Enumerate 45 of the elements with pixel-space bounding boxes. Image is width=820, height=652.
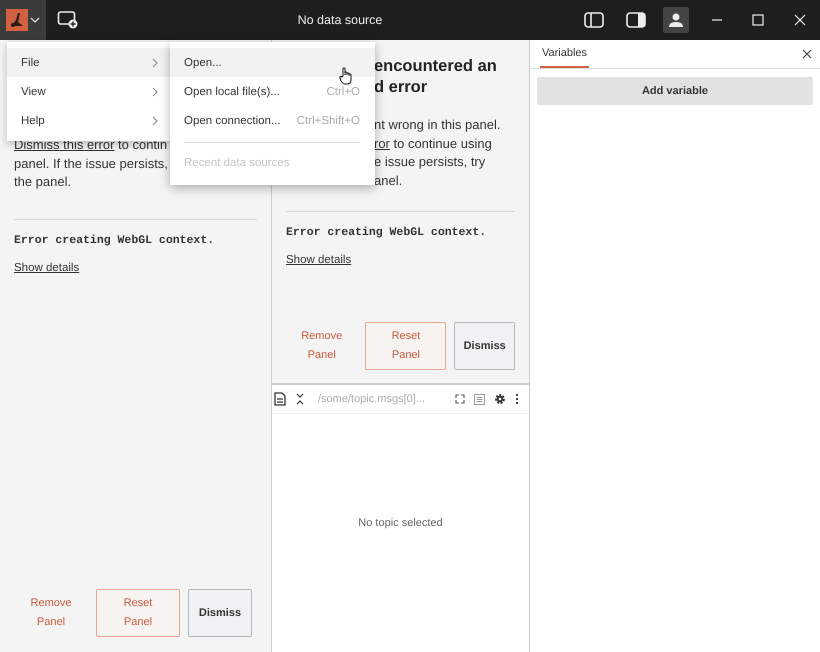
menu-item[interactable]: Open local file(s)... Ctrl+O <box>170 77 375 106</box>
dismiss-button[interactable]: Dismiss <box>188 589 252 637</box>
error-text: Error creating WebGL context. <box>14 234 216 246</box>
menu-item[interactable]: Open connection... Ctrl+Shift+O <box>170 106 375 135</box>
error-message-line: the panel. <box>14 173 72 191</box>
dismiss-button[interactable]: Dismiss <box>454 322 515 370</box>
error-heading-line: d error <box>374 77 428 98</box>
sidebar-tab[interactable]: Variables <box>540 40 590 68</box>
chevron-right-icon <box>152 116 158 126</box>
shortcut-text: Ctrl+O <box>326 86 360 98</box>
reset-panel-button[interactable]: Reset Panel <box>96 589 180 637</box>
close-icon[interactable] <box>802 49 812 59</box>
error-message-line: ror to continue using <box>374 134 492 153</box>
user-icon[interactable] <box>663 7 690 33</box>
hand-cursor-icon <box>339 67 353 85</box>
document-icon[interactable] <box>274 392 286 406</box>
more-icon[interactable] <box>515 393 519 405</box>
menu-item[interactable]: View <box>7 77 170 106</box>
fullscreen-icon[interactable] <box>455 394 465 404</box>
menu-item[interactable]: Open... <box>170 48 375 77</box>
remove-panel-button[interactable]: Remove Panel <box>286 322 358 370</box>
collapse-icon[interactable] <box>295 392 305 406</box>
add-variable-button[interactable]: Add variable <box>537 77 813 105</box>
logo-icon <box>6 9 28 31</box>
empty-state-text: No topic selected <box>358 517 443 529</box>
reset-panel-button[interactable]: Reset Panel <box>365 322 446 370</box>
remove-panel-button[interactable]: Remove Panel <box>14 589 88 637</box>
show-details-link[interactable]: Show details <box>286 254 352 266</box>
show-details-link[interactable]: Show details <box>14 262 80 274</box>
settings-icon[interactable] <box>494 393 506 405</box>
chevron-down-icon <box>30 16 40 24</box>
error-message-line: nt wrong in this panel. <box>374 116 500 134</box>
menu-item[interactable]: File <box>7 48 170 77</box>
app-menu-button[interactable] <box>0 0 46 40</box>
error-message-line: anel. <box>374 172 402 190</box>
window-title: No data source <box>296 13 384 27</box>
error-text: Error creating WebGL context. <box>286 226 488 239</box>
dismiss-error-link[interactable]: ror <box>374 136 390 150</box>
shortcut-text: Ctrl+Shift+O <box>296 114 360 126</box>
chevron-right-icon <box>152 86 158 96</box>
error-message-line: panel. If the issue persists, <box>14 154 168 173</box>
chevron-right-icon <box>152 58 158 68</box>
error-heading-line: encountered an <box>374 56 498 77</box>
list-icon[interactable] <box>474 394 485 404</box>
menu-item[interactable]: Help <box>7 106 170 135</box>
